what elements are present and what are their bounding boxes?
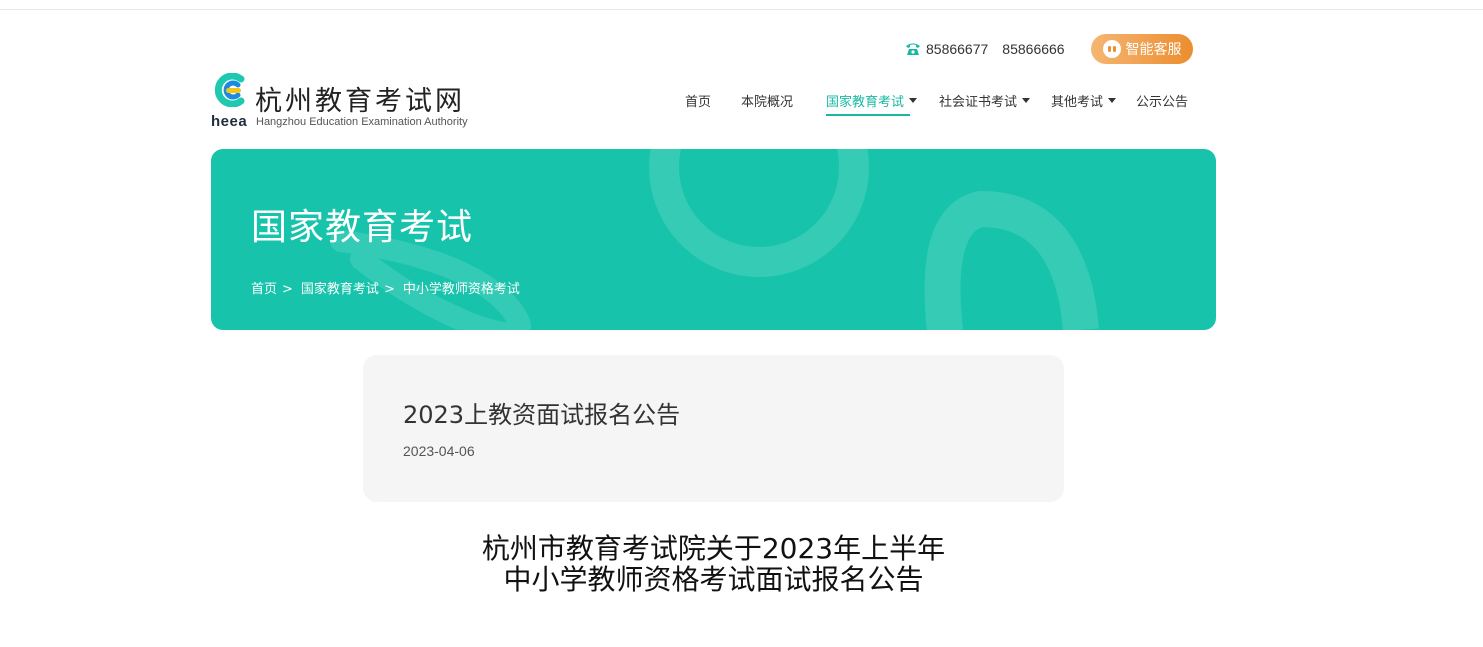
- nav-item-about[interactable]: 本院概况: [741, 91, 793, 110]
- article-title: 2023上教资面试报名公告: [403, 401, 681, 429]
- nav-label: 公示公告: [1136, 95, 1189, 110]
- logo-abbreviation: heea: [211, 113, 248, 130]
- breadcrumb-separator: >: [282, 282, 293, 297]
- phone-icon: [906, 43, 920, 55]
- article-date: 2023-04-06: [403, 443, 475, 459]
- article-header-card: 2023上教资面试报名公告 2023-04-06: [363, 355, 1064, 502]
- logo-mark-icon: [214, 73, 245, 107]
- nav-item-home[interactable]: 首页: [685, 91, 711, 110]
- caret-down-icon: [1022, 98, 1031, 103]
- nav-item-national-exams[interactable]: 国家教育考试: [826, 91, 918, 116]
- breadcrumb-separator: >: [383, 282, 395, 297]
- phone-number-1[interactable]: 85866677: [926, 41, 988, 57]
- section-banner: 国家教育考试 首页 > 国家教育考试 > 中小学教师资格考试: [211, 149, 1216, 330]
- breadcrumb-current[interactable]: 中小学教师资格考试: [403, 282, 520, 297]
- nav-label: 国家教育考试: [826, 95, 905, 110]
- document-heading-line-2: 中小学教师资格考试面试报名公告: [503, 563, 924, 596]
- site-name-english: Hangzhou Education Examination Authority: [256, 116, 468, 128]
- breadcrumb-national-exams[interactable]: 国家教育考试: [301, 282, 379, 297]
- nav-label: 其他考试: [1051, 95, 1104, 110]
- document-heading: 杭州市教育考试院关于2023年上半年 中小学教师资格考试面试报名公告: [363, 533, 1064, 595]
- top-divider: [0, 9, 1483, 10]
- nav-label: 本院概况: [741, 95, 794, 110]
- contact-bar: 85866677 85866666: [905, 34, 1079, 64]
- smart-service-label: 智能客服: [1125, 42, 1182, 58]
- nav-active-underline: [826, 114, 910, 116]
- banner-title: 国家教育考试: [251, 207, 474, 248]
- smart-service-button[interactable]: 智能客服: [1091, 34, 1193, 64]
- nav-label: 社会证书考试: [939, 95, 1018, 110]
- phone-number-2[interactable]: 85866666: [1002, 41, 1064, 57]
- nav-item-announcements[interactable]: 公示公告: [1136, 91, 1188, 110]
- site-name: 杭州教育考试网: [255, 86, 465, 117]
- caret-down-icon: [1108, 98, 1117, 103]
- breadcrumb: 首页 > 国家教育考试 > 中小学教师资格考试: [251, 278, 520, 297]
- nav-label: 首页: [685, 95, 712, 110]
- breadcrumb-home[interactable]: 首页: [251, 282, 277, 297]
- nav-item-certificate-exams[interactable]: 社会证书考试: [939, 91, 1031, 110]
- nav-item-other-exams[interactable]: 其他考试: [1051, 91, 1117, 110]
- document-heading-line-1: 杭州市教育考试院关于2023年上半年: [481, 532, 946, 565]
- caret-down-icon: [909, 98, 918, 103]
- smiley-chat-icon: [1102, 40, 1121, 58]
- site-logo[interactable]: heea 杭州教育考试网 Hangzhou Education Examinat…: [211, 73, 481, 133]
